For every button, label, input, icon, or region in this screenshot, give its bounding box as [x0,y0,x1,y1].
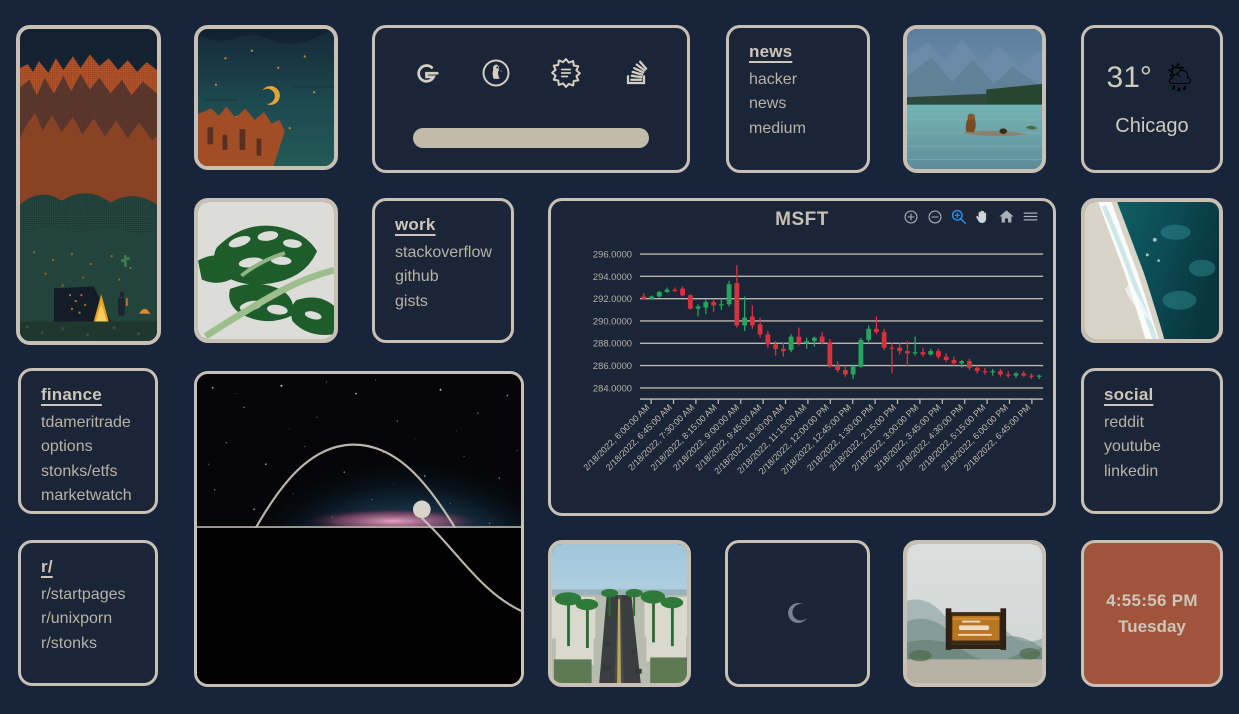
links-heading-social: social [1104,385,1154,404]
search-card [372,25,690,173]
startpage-board: news hacker news medium 31° 🌦 Chicago wo… [0,0,1239,714]
zoom-in-icon[interactable] [902,208,919,225]
weather-city: Chicago [1115,114,1189,137]
link-work-0[interactable]: stackoverflow [395,241,492,265]
weather-top-row: 31° 🌦 [1107,61,1198,95]
link-social-1[interactable]: youtube [1104,435,1200,459]
links-card-social: social reddit youtube linkedin [1081,368,1223,514]
google-icon[interactable] [409,56,443,90]
links-card-work: work stackoverflow github gists [372,198,514,343]
zoom-select-icon[interactable] [950,208,967,225]
photo-ocean-shoreline[interactable] [1081,198,1223,343]
zoom-out-icon[interactable] [926,208,943,225]
svg-text:294.0000: 294.0000 [593,272,632,282]
clock-day: Tuesday [1118,616,1186,636]
photo-bear-lake[interactable] [903,25,1046,173]
waning-crescent-moon-icon [787,602,807,623]
link-finance-3[interactable]: marketwatch [41,484,135,508]
ocean-image [1085,202,1219,339]
photo-alaska-sign[interactable] [903,540,1046,687]
link-finance-1[interactable]: options [41,435,135,459]
moon-phase-card[interactable] [725,540,870,687]
links-heading-work: work [395,215,436,234]
link-finance-2[interactable]: stonks/etfs [41,460,135,484]
chart-toolbar [902,208,1039,225]
svg-text:284.0000: 284.0000 [593,383,632,393]
photo-pixelart-canyon-camp[interactable] [16,25,161,345]
svg-text:292.0000: 292.0000 [593,294,632,304]
svg-text:288.0000: 288.0000 [593,339,632,349]
sun-behind-rain-cloud-icon: 🌦 [1161,61,1198,93]
links-heading-reddit: r/ [41,557,53,576]
photo-monstera-leaf[interactable] [194,198,338,343]
photo-palm-street[interactable] [548,540,691,687]
link-reddit-2[interactable]: r/stonks [41,632,135,656]
home-icon[interactable] [998,208,1015,225]
links-heading-finance: finance [41,385,102,404]
search-engine-list [409,56,653,90]
pixelart-night-image [198,29,334,166]
links-card-reddit: r/ r/startpages r/unixporn r/stonks [18,540,158,686]
pixelart-canyon-image [20,29,157,341]
link-work-1[interactable]: github [395,265,491,289]
stock-chart-card: MSFT 284.0000 286.0000 288.0000 290.0000… [548,198,1056,516]
link-news-0[interactable]: hacker [749,68,847,92]
searx-icon[interactable] [549,56,583,90]
duckduckgo-icon[interactable] [479,56,513,90]
links-card-news: news hacker news medium [726,25,870,173]
weather-temperature: 31° [1106,60,1152,94]
link-social-2[interactable]: linkedin [1104,460,1200,484]
weather-card: 31° 🌦 Chicago [1081,25,1223,173]
links-card-finance: finance tdameritrade options stonks/etfs… [18,368,158,514]
menu-icon[interactable] [1022,208,1039,225]
svg-text:296.0000: 296.0000 [593,250,632,260]
link-news-1[interactable]: news [749,92,847,116]
monstera-image [198,202,334,339]
clock-card: 4:55:56 PM Tuesday [1081,540,1223,687]
palm-street-image [552,544,687,683]
link-reddit-1[interactable]: r/unixporn [41,607,135,631]
candlestick-plot[interactable]: 284.0000 286.0000 288.0000 290.0000 292.0000… [551,235,1053,516]
sun-arc-graphic [197,374,521,684]
link-news-2[interactable]: medium [749,117,847,141]
svg-text:286.0000: 286.0000 [593,361,632,371]
sun-position-widget[interactable] [194,371,524,687]
clock-time: 4:55:56 PM [1106,590,1198,610]
search-input[interactable] [413,128,649,148]
link-social-0[interactable]: reddit [1104,411,1200,435]
pan-hand-icon[interactable] [974,208,991,225]
photo-pixelart-night-moon[interactable] [194,25,338,170]
link-work-2[interactable]: gists [395,290,491,314]
svg-text:290.0000: 290.0000 [593,316,632,326]
alaska-sign-image [907,544,1042,683]
links-heading-news: news [749,42,793,61]
stackoverflow-icon[interactable] [619,56,653,90]
link-reddit-0[interactable]: r/startpages [41,583,135,607]
link-finance-0[interactable]: tdameritrade [41,411,135,435]
bear-lake-image [907,29,1042,169]
